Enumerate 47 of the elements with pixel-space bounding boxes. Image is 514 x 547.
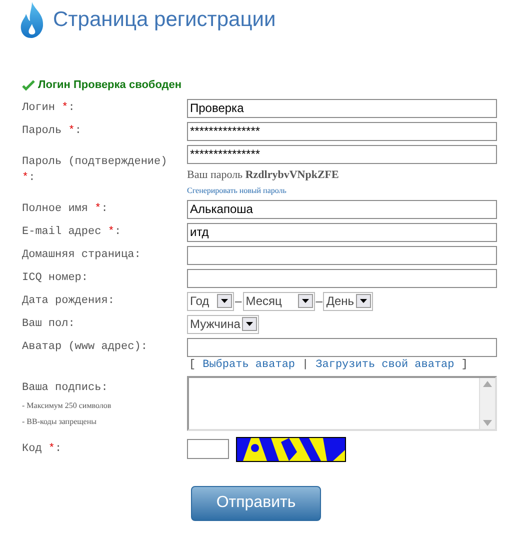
avatar-url-field[interactable] bbox=[187, 338, 497, 356]
password-field[interactable]: *************** bbox=[187, 144, 497, 164]
field-label: E-mail адрес *: bbox=[22, 224, 122, 240]
bracket-text: [ bbox=[189, 358, 196, 372]
text-field[interactable]: *************** bbox=[187, 122, 497, 140]
upload-avatar-link[interactable]: Загрузить свой аватар bbox=[316, 358, 454, 372]
field-label: Пароль *: bbox=[22, 124, 82, 138]
date-separator: – bbox=[234, 293, 243, 310]
flame-icon bbox=[20, 2, 44, 38]
caret-icon bbox=[217, 294, 232, 308]
field-label: ICQ номер: bbox=[22, 270, 90, 286]
field-label: Ваш пол: bbox=[22, 316, 76, 332]
status-message: Логин Проверка свободен bbox=[38, 78, 182, 93]
text-field[interactable] bbox=[187, 268, 497, 288]
field-label: Пароль (подтверждение) *: bbox=[22, 155, 168, 186]
text-field[interactable] bbox=[187, 246, 497, 264]
month-dropdown[interactable]: Месяц bbox=[242, 292, 315, 310]
captcha-field[interactable] bbox=[187, 439, 229, 459]
field-label: Полное имя *: bbox=[22, 202, 109, 216]
field-label: Код *: bbox=[22, 442, 63, 457]
gender-dropdown[interactable]: Мужчина bbox=[187, 314, 259, 334]
text-field[interactable]: итд bbox=[187, 222, 497, 242]
check-icon bbox=[22, 80, 35, 91]
generated-password-text: Ваш пароль RzdlrybvVNpkZFE bbox=[187, 168, 340, 182]
page-title: Страница регистрации bbox=[53, 9, 276, 30]
field-label: Дата рождения: bbox=[22, 294, 116, 308]
caret-icon bbox=[298, 294, 313, 308]
field-label: Аватар (www адрес): bbox=[22, 340, 148, 354]
hint-text: - Максимум 250 символов bbox=[22, 400, 112, 410]
choose-avatar-link[interactable]: Выбрать аватар bbox=[202, 358, 296, 372]
text-field[interactable]: Проверка bbox=[187, 98, 497, 118]
divider-text: | bbox=[302, 358, 309, 372]
caret-icon bbox=[242, 317, 257, 331]
caret-icon bbox=[356, 294, 372, 308]
text-field[interactable]: Алькапоша bbox=[187, 200, 497, 218]
field-label: Ваша подпись: bbox=[22, 380, 109, 396]
scroll-up-icon[interactable] bbox=[483, 380, 492, 386]
field-label: Логин *: bbox=[22, 100, 76, 116]
generate-password-link[interactable]: Сгенерировать новый пароль bbox=[187, 184, 286, 196]
field-label: Домашняя страница: bbox=[22, 248, 142, 262]
signature-textarea[interactable] bbox=[187, 376, 497, 430]
date-separator: – bbox=[314, 293, 324, 310]
bracket-text: ] bbox=[461, 358, 468, 372]
year-dropdown[interactable]: Год bbox=[187, 292, 234, 310]
hint-text: - BB-коды запрещены bbox=[22, 416, 98, 426]
day-dropdown[interactable]: День bbox=[323, 292, 374, 310]
scroll-down-icon[interactable] bbox=[483, 420, 492, 426]
